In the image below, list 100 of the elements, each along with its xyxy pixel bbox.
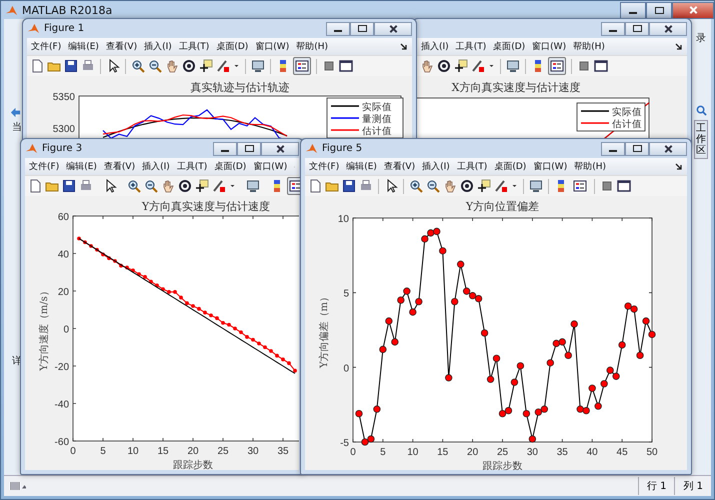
login-link[interactable]: 录 (696, 31, 706, 45)
peak-logo-icon (27, 22, 40, 35)
square-icon[interactable] (577, 59, 591, 73)
minimize-button[interactable] (213, 142, 237, 156)
save-icon[interactable] (342, 179, 356, 193)
menu-item[interactable]: 插入(I) (144, 40, 172, 53)
menu-item[interactable]: 查看(V) (384, 160, 416, 173)
data-cursor-icon[interactable] (477, 179, 491, 193)
minimize-button[interactable] (326, 22, 350, 36)
maximize-button[interactable] (625, 142, 649, 156)
close-button[interactable] (649, 22, 687, 36)
zoom-in-icon[interactable] (131, 59, 145, 73)
square-icon[interactable] (322, 59, 336, 73)
minimize-button[interactable] (601, 142, 625, 156)
legend-button[interactable] (548, 57, 566, 75)
data-point (456, 260, 464, 268)
rotate-icon[interactable] (437, 59, 451, 73)
close-button[interactable] (649, 142, 687, 156)
minimize-button[interactable] (620, 2, 646, 18)
menu-item[interactable]: 工具(T) (176, 160, 208, 173)
monitor-icon[interactable] (251, 59, 265, 73)
zoom-in-icon[interactable] (409, 179, 423, 193)
menu-item[interactable]: 工具(T) (456, 160, 488, 173)
close-button[interactable] (261, 142, 299, 156)
tick-label: 10 (338, 214, 349, 225)
maximize-button[interactable] (646, 2, 672, 18)
menu-item[interactable]: 文件(F) (29, 160, 60, 173)
menu-item[interactable]: 桌面(D) (216, 40, 248, 53)
rotate-icon[interactable] (460, 179, 474, 193)
menu-item[interactable]: 文件(F) (309, 160, 340, 173)
menu-item[interactable]: 编辑(E) (346, 160, 377, 173)
close-button[interactable] (672, 2, 714, 18)
minimize-button[interactable] (601, 22, 625, 36)
menu-item[interactable]: 工具(T) (456, 40, 486, 53)
zoom-out-icon[interactable] (148, 59, 162, 73)
menu-item[interactable]: 查看(V) (106, 40, 138, 53)
brush-icon[interactable] (216, 59, 230, 73)
data-cursor-icon[interactable] (195, 179, 209, 193)
close-button[interactable] (374, 22, 412, 36)
data-point (95, 248, 99, 252)
data-cursor-icon[interactable] (199, 59, 213, 73)
save-icon[interactable] (64, 59, 78, 73)
menu-item[interactable]: 查看(V) (104, 160, 136, 173)
new-file-icon[interactable] (28, 179, 42, 193)
menu-item[interactable]: 文件(F) (31, 40, 62, 53)
back-arrow-icon[interactable] (10, 107, 21, 118)
window-icon[interactable] (339, 59, 353, 73)
maximize-button[interactable] (350, 22, 374, 36)
data-point (415, 298, 422, 306)
tick-label: 20 (187, 446, 199, 457)
chart-title: X方向真实速度与估计速度 (452, 81, 580, 94)
menu-item[interactable]: 窗口(W) (253, 160, 288, 173)
hand-icon[interactable] (161, 179, 175, 193)
tick-label: 5 (380, 447, 386, 458)
rotate-icon[interactable] (178, 179, 192, 193)
monitor-icon[interactable] (506, 59, 520, 73)
menu-item[interactable]: 桌面(D) (494, 160, 526, 173)
menu-item[interactable]: 桌面(D) (214, 160, 246, 173)
rotate-icon[interactable] (182, 59, 196, 73)
hand-icon[interactable] (165, 59, 179, 73)
zoom-in-icon[interactable] (127, 179, 141, 193)
hand-icon[interactable] (443, 179, 457, 193)
menu-item[interactable]: 桌面(D) (493, 40, 526, 53)
maximize-button[interactable] (625, 22, 649, 36)
menu-item[interactable]: 窗口(W) (255, 40, 290, 53)
menu-item[interactable]: 编辑(E) (68, 40, 99, 53)
search-icon[interactable] (696, 105, 706, 116)
zoom-out-icon[interactable] (426, 179, 440, 193)
new-file-icon[interactable] (30, 59, 44, 73)
menu-item[interactable]: 插入(I) (421, 40, 449, 53)
monitor-icon[interactable] (246, 179, 260, 193)
new-file-icon[interactable] (308, 179, 322, 193)
square-icon[interactable] (600, 179, 614, 193)
menu-item[interactable]: 插入(I) (142, 160, 170, 173)
monitor-icon[interactable] (529, 179, 543, 193)
hand-icon[interactable] (420, 59, 434, 73)
window-title: Figure 5 (322, 143, 362, 154)
brush-icon[interactable] (494, 179, 508, 193)
data-point (197, 306, 201, 311)
window-icon[interactable] (617, 179, 631, 193)
menu-item[interactable]: 帮助(H) (573, 40, 605, 53)
maximize-button[interactable] (237, 142, 261, 156)
legend-label: 实际值 (362, 102, 392, 113)
legend-button[interactable] (293, 57, 311, 75)
menu-item[interactable]: 帮助(H) (574, 160, 606, 173)
menu-item[interactable]: 工具(T) (178, 40, 210, 53)
save-icon[interactable] (62, 179, 76, 193)
data-cursor-icon[interactable] (454, 59, 468, 73)
zoom-out-icon[interactable] (144, 179, 158, 193)
brush-icon[interactable] (212, 179, 226, 193)
menu-item[interactable]: 编辑(E) (66, 160, 97, 173)
menu-item[interactable]: 窗口(W) (533, 160, 568, 173)
data-point (257, 342, 261, 346)
menu-item[interactable]: 窗口(W) (532, 40, 566, 53)
brush-icon[interactable] (471, 59, 485, 73)
legend-box (576, 102, 646, 132)
workspace-tab[interactable]: 工作区 (694, 120, 708, 159)
window-icon[interactable] (594, 59, 608, 73)
menu-item[interactable]: 插入(I) (422, 160, 450, 173)
menu-item[interactable]: 帮助(H) (296, 40, 328, 53)
